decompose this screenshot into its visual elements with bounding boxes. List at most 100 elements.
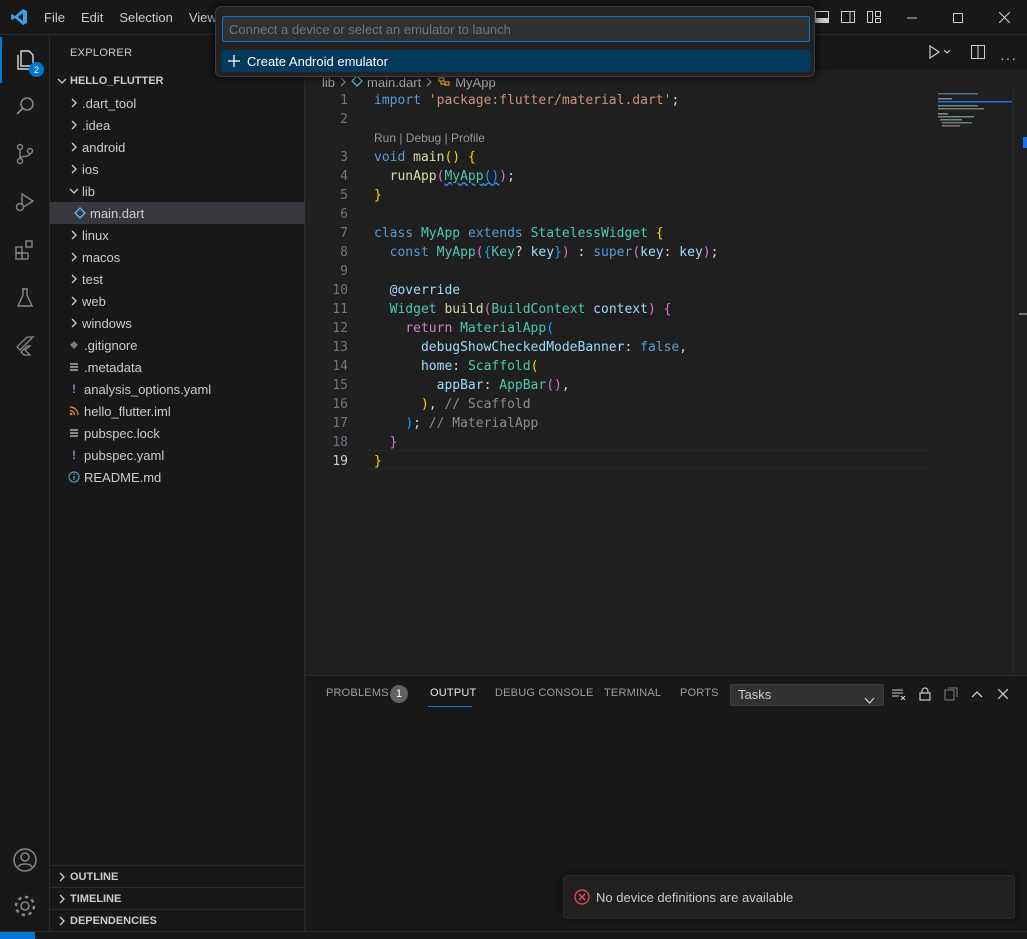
create-android-emulator-option[interactable]: Create Android emulator: [221, 50, 811, 72]
line-number: 10: [332, 283, 348, 298]
line-number: 4: [340, 169, 348, 184]
tree-item-label: .dart_tool: [82, 95, 137, 111]
close-panel-icon[interactable]: [994, 685, 1012, 703]
file-tree: .dart_tool .idea android ios lib main.da…: [50, 92, 305, 488]
add-icon: [221, 55, 247, 67]
line-number: 19: [332, 454, 348, 469]
outline-section[interactable]: OUTLINE: [50, 865, 305, 887]
lock-icon[interactable]: [916, 685, 934, 703]
toggle-secondary-sidebar-icon[interactable]: [838, 8, 858, 26]
tree-item-gitignore[interactable]: .gitignore: [50, 334, 305, 356]
workspace-root-label: HELLO_FLUTTER: [70, 75, 164, 87]
close-icon[interactable]: [981, 0, 1027, 35]
code-line-3: void main() {: [374, 150, 476, 165]
codelens-run-debug-profile[interactable]: Run | Debug | Profile: [374, 129, 485, 148]
tree-item-dart-tool[interactable]: .dart_tool: [50, 92, 305, 114]
quick-pick-palette: Create Android emulator: [215, 6, 815, 77]
run-debug-dropdown-icon[interactable]: [926, 44, 952, 63]
code-line-7: class MyApp extends StatelessWidget {: [374, 226, 664, 241]
chevron-right-icon: [66, 227, 82, 243]
menu-file[interactable]: File: [36, 0, 73, 35]
timeline-section[interactable]: TIMELINE: [50, 887, 305, 909]
remote-indicator[interactable]: [0, 932, 35, 939]
line-number: 18: [332, 435, 348, 450]
code-line-5: }: [374, 188, 382, 203]
line-number: 14: [332, 359, 348, 374]
tree-item-idea[interactable]: .idea: [50, 114, 305, 136]
tab-terminal[interactable]: TERMINAL: [604, 687, 661, 699]
toggle-panel-icon[interactable]: [812, 8, 832, 26]
editor-scrollbar[interactable]: [1013, 91, 1027, 675]
tree-item-iml[interactable]: hello_flutter.iml: [50, 400, 305, 422]
tree-item-label: ios: [82, 161, 99, 177]
lines-file-icon: [66, 425, 82, 441]
tree-item-test[interactable]: test: [50, 268, 305, 290]
source-control-icon[interactable]: [0, 131, 50, 177]
tab-problems[interactable]: PROBLEMS: [326, 687, 389, 699]
tab-ports[interactable]: PORTS: [680, 687, 719, 699]
run-debug-icon[interactable]: [0, 179, 50, 225]
device-picker-input[interactable]: [222, 16, 810, 42]
code-line-19: }: [374, 454, 382, 469]
rss-file-icon: [66, 403, 82, 419]
line-number: 16: [332, 397, 348, 412]
clear-output-icon[interactable]: [890, 685, 908, 703]
chevron-right-icon: [66, 271, 82, 287]
minimize-icon[interactable]: [889, 0, 935, 35]
tree-item-analysis-options[interactable]: ! analysis_options.yaml: [50, 378, 305, 400]
maximize-panel-icon[interactable]: [968, 685, 986, 703]
tree-item-label: README.md: [84, 469, 162, 485]
tree-item-ios[interactable]: ios: [50, 158, 305, 180]
tree-item-macos[interactable]: macos: [50, 246, 305, 268]
tree-item-label: linux: [82, 227, 109, 243]
tree-item-windows[interactable]: windows: [50, 312, 305, 334]
notification-message: No device definitions are available: [596, 889, 794, 905]
explorer-badge: 2: [29, 62, 44, 77]
flutter-icon[interactable]: [0, 323, 50, 369]
section-label: OUTLINE: [70, 870, 119, 883]
split-editor-icon[interactable]: [970, 44, 986, 63]
tree-item-label: test: [82, 271, 103, 287]
menu-selection[interactable]: Selection: [111, 0, 180, 35]
error-notification[interactable]: No device definitions are available: [563, 875, 1015, 919]
customize-layout-icon[interactable]: [864, 8, 884, 26]
tree-item-pubspec-yaml[interactable]: ! pubspec.yaml: [50, 444, 305, 466]
code-line-16: ), // Scaffold: [420, 397, 531, 412]
search-icon[interactable]: [0, 83, 50, 129]
chevron-right-icon: [66, 293, 82, 309]
tree-item-pubspec-lock[interactable]: pubspec.lock: [50, 422, 305, 444]
minimap[interactable]: [936, 91, 1014, 131]
tree-item-web[interactable]: web: [50, 290, 305, 312]
current-line-highlight: [368, 450, 930, 469]
line-number: 6: [340, 207, 348, 222]
tree-item-lib[interactable]: lib: [50, 180, 305, 202]
activity-bar: 2: [0, 35, 50, 931]
tree-item-linux[interactable]: linux: [50, 224, 305, 246]
menu-edit[interactable]: Edit: [73, 0, 111, 35]
tree-item-metadata[interactable]: .metadata: [50, 356, 305, 378]
more-actions-icon[interactable]: ···: [1000, 50, 1017, 66]
dependencies-section[interactable]: DEPENDENCIES: [50, 909, 305, 931]
line-number: 8: [340, 245, 348, 260]
extensions-icon[interactable]: [0, 227, 50, 273]
tab-debug-console[interactable]: DEBUG CONSOLE: [495, 687, 594, 699]
line-number: 11: [332, 302, 348, 317]
tab-output[interactable]: OUTPUT: [430, 687, 476, 699]
open-editor-icon[interactable]: [942, 685, 960, 703]
tree-item-main-dart[interactable]: main.dart: [50, 202, 305, 224]
testing-icon[interactable]: [0, 275, 50, 321]
accounts-icon[interactable]: [0, 837, 50, 883]
tree-item-label: lib: [82, 183, 96, 199]
tree-item-android[interactable]: android: [50, 136, 305, 158]
explorer-icon[interactable]: 2: [0, 37, 50, 83]
chevron-right-icon: [66, 161, 82, 177]
tree-item-label: web: [82, 293, 106, 309]
tree-item-label: pubspec.lock: [84, 425, 160, 441]
chevron-right-icon: [66, 95, 82, 111]
line-number: 17: [332, 416, 348, 431]
maximize-icon[interactable]: [935, 0, 981, 35]
output-channel-select[interactable]: Tasks: [730, 684, 884, 706]
settings-gear-icon[interactable]: [0, 883, 50, 929]
tree-item-label: windows: [82, 315, 132, 331]
tree-item-readme[interactable]: README.md: [50, 466, 305, 488]
